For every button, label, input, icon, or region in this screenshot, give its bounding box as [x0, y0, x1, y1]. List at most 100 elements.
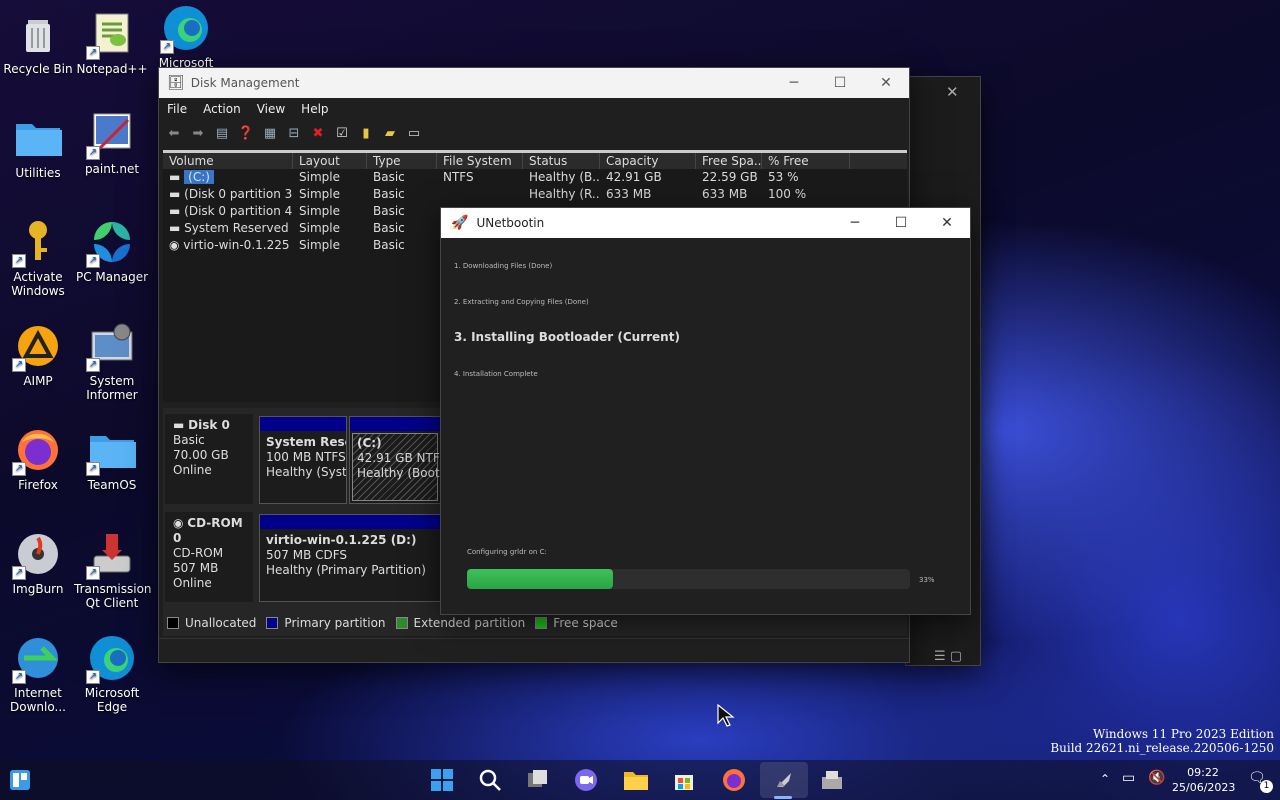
show-hidden-icons[interactable]: ⌃: [1100, 772, 1110, 786]
partition-cdrom-d[interactable]: virtio-win-0.1.225 (D:) 507 MB CDFS Heal…: [259, 514, 441, 602]
notepadpp-icon: ↗: [86, 10, 136, 60]
imgburn-icon: ↗: [12, 530, 62, 580]
unetbootin-taskbar-icon[interactable]: [760, 762, 808, 798]
desktop-icon-notepadpp[interactable]: ↗ Notepad++: [74, 10, 150, 76]
col-status[interactable]: Status: [523, 153, 600, 169]
desktop-icon-teamos[interactable]: ↗ TeamOS: [74, 426, 150, 492]
desktop-icon-paintnet[interactable]: ↗ paint.net: [74, 110, 150, 176]
step-1: 1. Downloading Files (Done): [454, 262, 553, 270]
desktop-icon-pc-manager[interactable]: ↗ PC Manager: [74, 218, 150, 284]
desktop-icon-utilities[interactable]: Utilities: [0, 114, 76, 180]
disk0-info[interactable]: ▬ Disk 0 Basic 70.00 GB Online: [165, 414, 253, 504]
menu-action[interactable]: Action: [195, 102, 249, 116]
desktop-icon-firefox[interactable]: ↗ Firefox: [0, 426, 76, 492]
progress-fill: [467, 569, 614, 589]
minimize-button[interactable]: ─: [832, 208, 878, 238]
desktop-icon-recycle-bin[interactable]: Recycle Bin: [0, 10, 76, 76]
app-icon: 🗄: [167, 75, 185, 91]
recycle-bin-icon: [14, 10, 62, 58]
progress-percent: 33%: [919, 576, 935, 584]
col-pct-free[interactable]: % Free: [762, 153, 850, 169]
col-volume[interactable]: Volume: [163, 153, 293, 169]
menu-bar: File Action View Help: [159, 98, 909, 120]
desktop-icon-imgburn[interactable]: ↗ ImgBurn: [0, 530, 76, 596]
col-layout[interactable]: Layout: [293, 153, 367, 169]
search-icon[interactable]: [470, 762, 510, 798]
unetbootin-titlebar[interactable]: 🚀 UNetbootin ─ ☐ ✕: [441, 208, 970, 238]
close-button[interactable]: ✕: [863, 68, 909, 98]
col-type[interactable]: Type: [367, 153, 437, 169]
menu-file[interactable]: File: [159, 102, 195, 116]
col-filesystem[interactable]: File System: [437, 153, 523, 169]
folder-icon: ↗: [86, 426, 136, 476]
properties-icon[interactable]: ▦: [261, 124, 279, 142]
disk-management-taskbar-icon[interactable]: [812, 762, 852, 798]
col-free[interactable]: Free Spa...: [696, 153, 762, 169]
help-icon[interactable]: ❓: [237, 124, 255, 142]
menu-view[interactable]: View: [249, 102, 293, 116]
network-icon[interactable]: ▭: [1122, 770, 1135, 786]
explore-icon[interactable]: ▰: [381, 124, 399, 142]
firefox-icon: ↗: [12, 426, 62, 476]
legend-swatch-free: [535, 617, 548, 629]
minimize-button[interactable]: ─: [771, 68, 817, 98]
desktop-icon-microsoft-edge[interactable]: ↗ Microsoft Edge: [74, 634, 150, 714]
notification-badge: 1: [1260, 780, 1273, 793]
open-icon[interactable]: ▮: [357, 124, 375, 142]
table-row[interactable]: ▬ (C:) Simple Basic NTFS Healthy (B... 4…: [163, 169, 907, 186]
unetbootin-rocket-icon: 🚀: [451, 215, 469, 231]
clock[interactable]: 09:22 25/06/2023: [1172, 765, 1235, 795]
aimp-icon: ↗: [12, 322, 62, 372]
cdrom-info[interactable]: ◉ CD-ROM 0 CD-ROM 507 MB Online: [165, 512, 253, 602]
table-row[interactable]: ▬ (Disk 0 partition 3) Simple Basic Heal…: [163, 186, 907, 203]
connect-icon[interactable]: ⊟: [285, 124, 303, 142]
col-capacity[interactable]: Capacity: [600, 153, 696, 169]
desktop-icon-activate-windows[interactable]: ↗ Activate Windows: [0, 218, 76, 298]
forward-icon[interactable]: ➡: [189, 124, 207, 142]
step-4: 4. Installation Complete: [454, 370, 538, 378]
drive-icon: ▬: [169, 170, 185, 184]
back-icon[interactable]: ⬅: [165, 124, 183, 142]
settings-icon[interactable]: ▭: [405, 124, 423, 142]
disk-management-titlebar[interactable]: 🗄 Disk Management ─ ☐ ✕: [159, 68, 909, 98]
edge-icon: ↗: [86, 634, 136, 684]
status-bar: [159, 638, 909, 662]
step-2: 2. Extracting and Copying Files (Done): [454, 298, 589, 306]
teams-chat-icon[interactable]: [566, 762, 606, 798]
close-icon[interactable]: ✕: [946, 83, 959, 101]
desktop-icon-system-informer[interactable]: ↗ System Informer: [74, 322, 150, 402]
legend-swatch-primary: [266, 617, 279, 629]
transmission-icon: ↗: [86, 530, 136, 580]
disk-icon: ▬: [173, 418, 189, 432]
maximize-button[interactable]: ☐: [878, 208, 924, 238]
microsoft-store-icon[interactable]: [664, 762, 704, 798]
unetbootin-window: 🚀 UNetbootin ─ ☐ ✕ 1. Downloading Files …: [440, 207, 971, 615]
partition-system-reserved[interactable]: System Reserv 100 MB NTFS Healthy (Syste: [259, 416, 347, 504]
firefox-taskbar-icon[interactable]: [714, 762, 754, 798]
drive-icon: ▬: [169, 221, 185, 235]
volume-icon[interactable]: 🔇: [1148, 770, 1165, 786]
console-tree-icon[interactable]: ▤: [213, 124, 231, 142]
delete-icon[interactable]: ✖: [309, 124, 327, 142]
idm-icon: ↗: [12, 634, 62, 684]
task-view-icon[interactable]: [518, 762, 558, 798]
menu-help[interactable]: Help: [293, 102, 336, 116]
check-icon[interactable]: ☑: [333, 124, 351, 142]
desktop-icon-aimp[interactable]: ↗ AIMP: [0, 322, 76, 388]
status-text: Configuring grldr on C:: [467, 548, 547, 556]
desktop-icon-transmission[interactable]: ↗ Transmission Qt Client: [74, 530, 152, 610]
close-button[interactable]: ✕: [924, 208, 970, 238]
mouse-cursor: [717, 703, 737, 731]
partition-c[interactable]: (C:) 42.91 GB NTFS Healthy (Boot, P: [349, 416, 441, 504]
volume-list-header: Volume Layout Type File System Status Ca…: [163, 153, 907, 169]
desktop-icon-microsoft[interactable]: ↗ Microsoft: [148, 4, 224, 70]
maximize-button[interactable]: ☐: [817, 68, 863, 98]
widgets-icon[interactable]: [0, 762, 40, 798]
desktop-icon-internet-download[interactable]: ↗ Internet Downlo...: [0, 634, 76, 714]
start-icon[interactable]: [422, 762, 462, 798]
active-indicator: [774, 796, 792, 799]
pc-manager-icon: ↗: [86, 218, 136, 268]
file-explorer-icon[interactable]: [616, 762, 656, 798]
view-toggle-icon[interactable]: ☰ ▢: [934, 649, 962, 664]
key-icon: ↗: [12, 218, 62, 268]
